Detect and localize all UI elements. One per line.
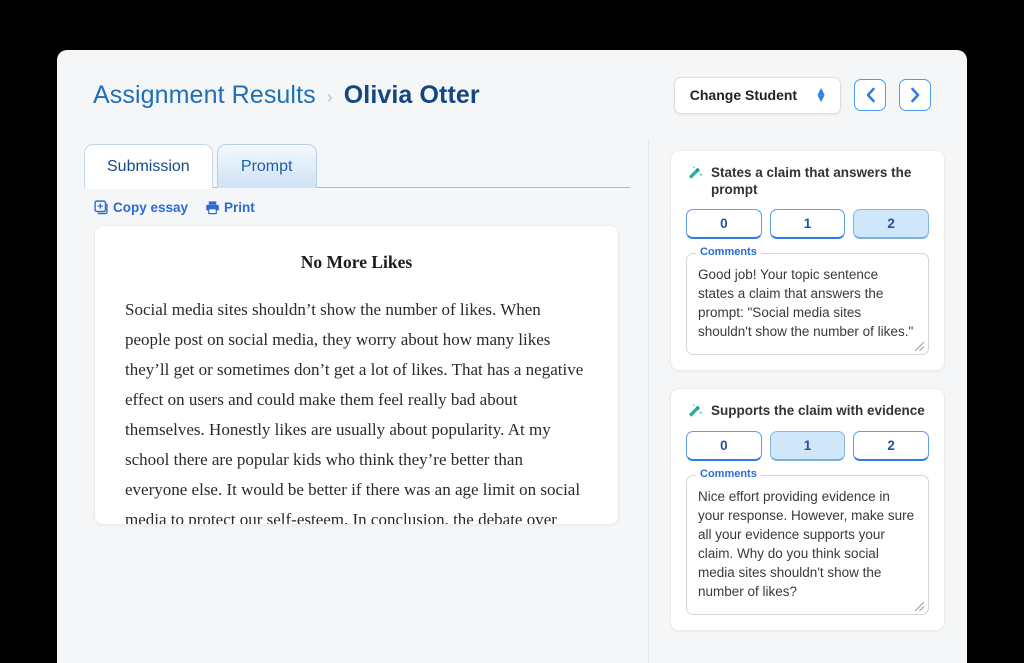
resize-handle-icon[interactable] <box>914 601 925 612</box>
rubric-card: Supports the claim with evidence 0 1 2 C… <box>670 388 945 631</box>
rubric-title: Supports the claim with evidence <box>711 403 925 418</box>
page-header: Assignment Results › Olivia Otter Change… <box>57 50 967 140</box>
score-button-0[interactable]: 0 <box>686 209 762 239</box>
comments-text[interactable]: Good job! Your topic sentence states a c… <box>698 265 917 341</box>
rubric-header: States a claim that answers the prompt <box>686 164 929 198</box>
chevron-updown-icon: ▲ ▼ <box>815 83 827 105</box>
score-button-1[interactable]: 1 <box>769 431 846 461</box>
breadcrumb-separator-icon: › <box>326 86 333 107</box>
resize-handle-icon[interactable] <box>914 341 925 352</box>
print-icon <box>206 201 219 215</box>
essay-body: Social media sites shouldn’t show the nu… <box>125 300 584 525</box>
rubric-pane: States a claim that answers the prompt 0… <box>649 140 967 663</box>
magic-wand-icon <box>688 403 703 417</box>
print-label: Print <box>224 200 255 215</box>
score-button-2[interactable]: 2 <box>853 431 930 461</box>
comments-field[interactable]: Comments Nice effort providing evidence … <box>686 468 929 615</box>
essay-title: No More Likes <box>300 252 413 272</box>
print-button[interactable]: Print <box>205 200 255 215</box>
score-button-2[interactable]: 2 <box>853 209 930 239</box>
tab-prompt[interactable]: Prompt <box>216 144 317 188</box>
header-controls: Change Student ▲ ▼ <box>673 76 931 114</box>
assignment-results-page: Assignment Results › Olivia Otter Change… <box>57 50 967 663</box>
tab-submission[interactable]: Submission <box>84 144 213 189</box>
submission-pane: Submission Prompt Copy essay Print No Mo… <box>57 140 648 663</box>
tab-bar: Submission Prompt <box>81 140 648 189</box>
chevron-left-icon <box>866 87 875 103</box>
score-button-1[interactable]: 1 <box>769 209 846 239</box>
copy-icon <box>94 200 108 215</box>
change-student-label: Change Student <box>689 87 798 103</box>
tab-submission-label: Submission <box>107 157 190 175</box>
change-student-dropdown[interactable]: Change Student ▲ ▼ <box>673 76 841 114</box>
rubric-card: States a claim that answers the prompt 0… <box>670 150 945 371</box>
page-body: Submission Prompt Copy essay Print No Mo… <box>57 140 967 663</box>
breadcrumb: Assignment Results › Olivia Otter <box>93 81 480 110</box>
breadcrumb-current-student: Olivia Otter <box>343 80 480 109</box>
comments-legend: Comments <box>696 246 761 258</box>
copy-essay-button[interactable]: Copy essay <box>94 200 188 215</box>
magic-wand-icon <box>688 165 703 179</box>
rubric-header: Supports the claim with evidence <box>686 402 929 420</box>
next-student-button[interactable] <box>899 79 931 111</box>
rubric-title: States a claim that answers the prompt <box>711 165 912 197</box>
breadcrumb-root-link[interactable]: Assignment Results <box>93 81 316 110</box>
comments-text[interactable]: Nice effort providing evidence in your r… <box>698 487 917 601</box>
essay-card: No More Likes Social media sites shouldn… <box>94 225 619 525</box>
chevron-right-icon <box>910 87 919 103</box>
essay-tools: Copy essay Print <box>94 200 648 215</box>
score-button-group: 0 1 2 <box>686 209 930 239</box>
comments-field[interactable]: Comments Good job! Your topic sentence s… <box>686 246 929 355</box>
score-button-0[interactable]: 0 <box>686 431 762 461</box>
comments-legend: Comments <box>696 468 761 480</box>
score-button-group: 0 1 2 <box>686 431 930 461</box>
copy-essay-label: Copy essay <box>113 200 189 215</box>
previous-student-button[interactable] <box>854 79 886 111</box>
tab-prompt-label: Prompt <box>240 157 293 175</box>
